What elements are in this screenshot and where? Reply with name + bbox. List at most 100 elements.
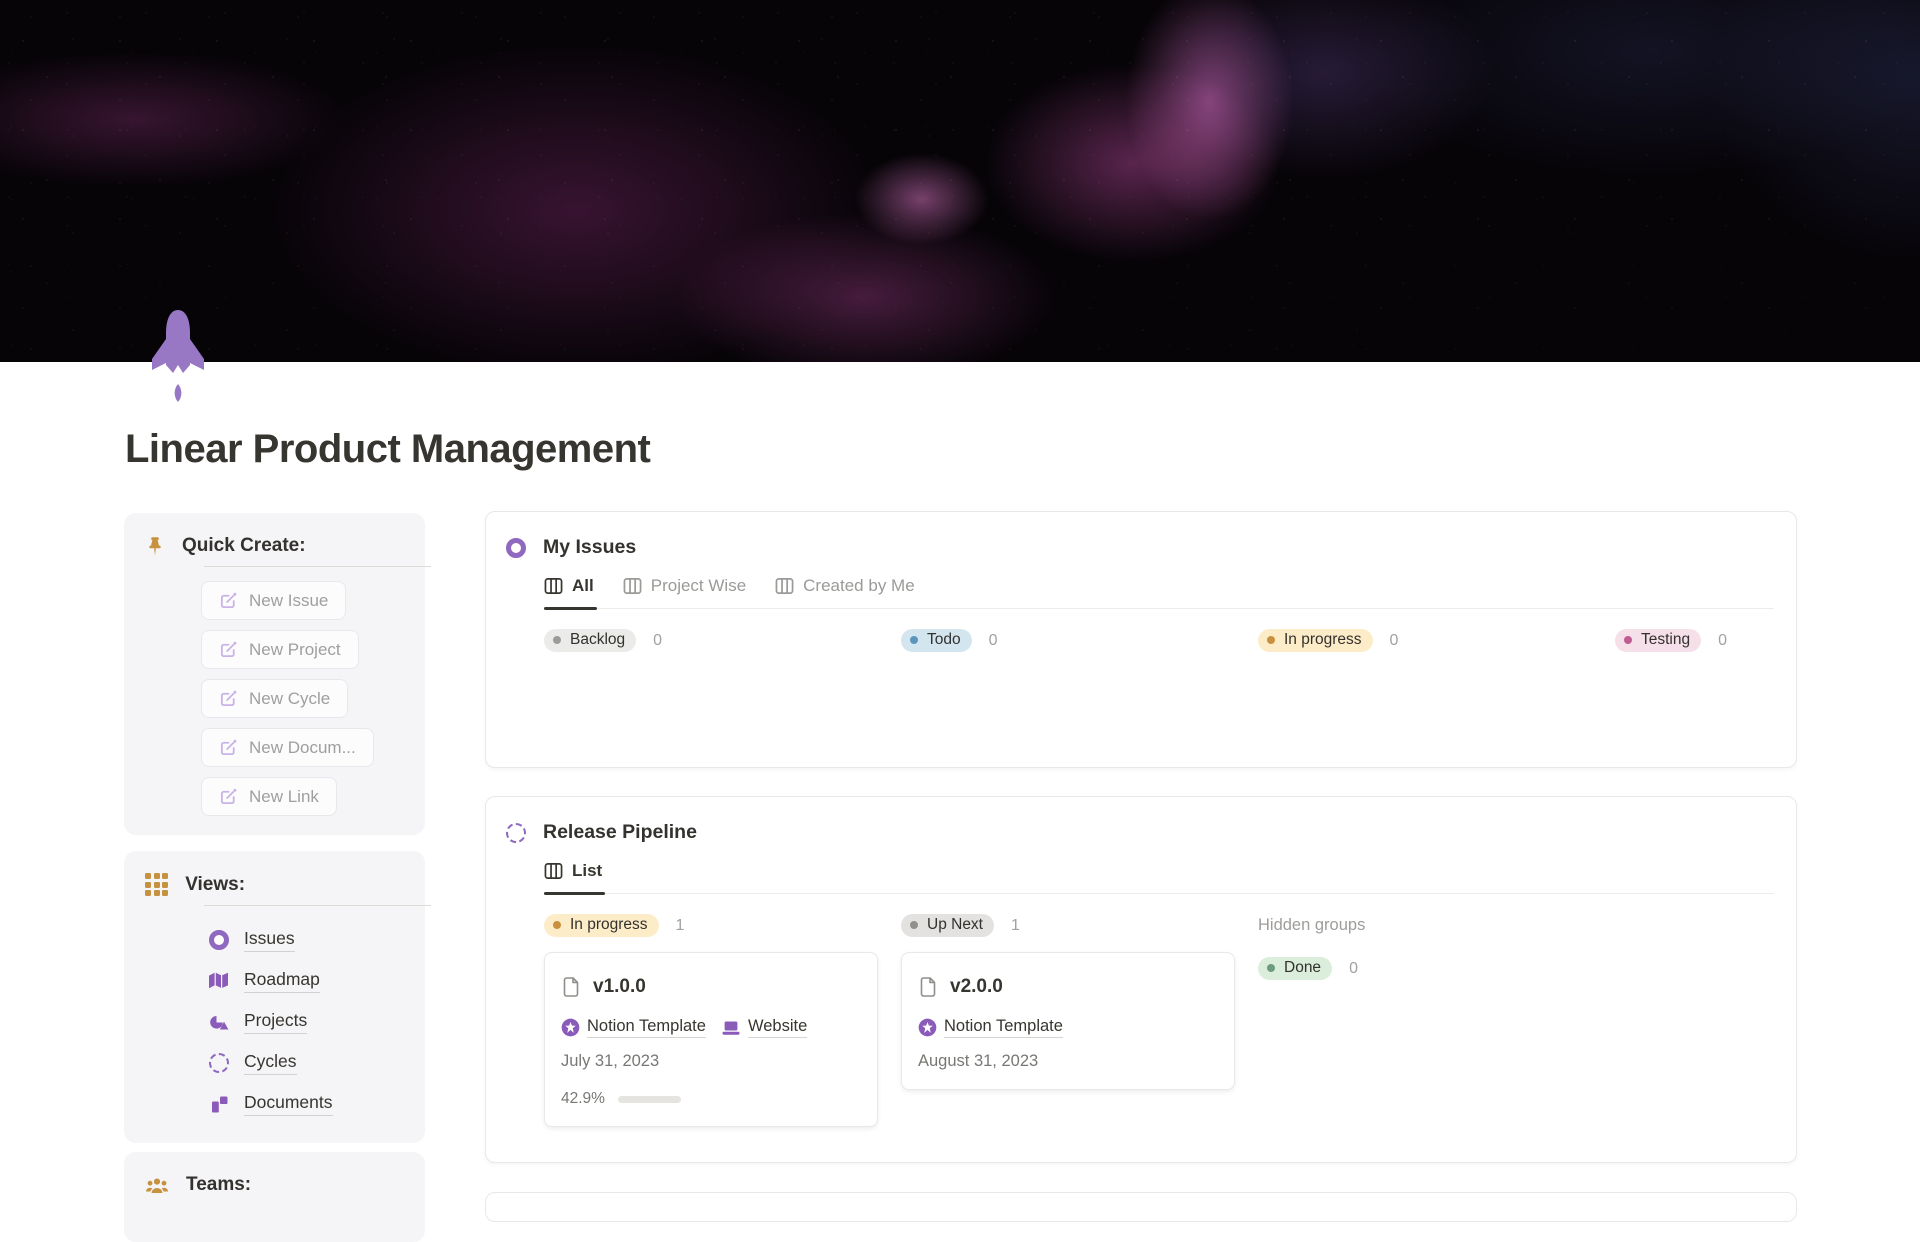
board-view-icon: [544, 578, 563, 594]
divider: [204, 905, 431, 907]
view-link-roadmap[interactable]: Roadmap: [208, 960, 407, 1001]
views-panel: Views: Issues Roadmap Projects Cycles Do…: [124, 851, 431, 1143]
views-title: Views:: [185, 873, 246, 895]
status-label: In progress: [1284, 631, 1362, 648]
status-pill-up-next[interactable]: Up Next: [901, 914, 994, 937]
release-pipeline-tabs: List: [544, 861, 1774, 895]
release-card-v1[interactable]: v1.0.0 Notion Template Website July 31, …: [544, 952, 878, 1127]
link-label: Notion Template: [587, 1017, 706, 1038]
view-label: Roadmap: [244, 969, 320, 993]
release-card-v2[interactable]: v2.0.0 Notion Template August 31, 2023: [901, 952, 1235, 1090]
status-label: Testing: [1641, 631, 1691, 648]
status-label: In progress: [570, 916, 648, 933]
button-label: New Docum...: [249, 737, 356, 757]
page-title[interactable]: Linear Product Management: [125, 424, 651, 474]
tab-created-by-me[interactable]: Created by Me: [775, 576, 918, 608]
tab-label: Created by Me: [803, 576, 915, 595]
website-link[interactable]: Website: [721, 1017, 808, 1038]
compose-icon: [220, 739, 237, 756]
view-link-documents[interactable]: Documents: [208, 1083, 407, 1124]
status-pill-testing[interactable]: Testing: [1615, 629, 1702, 652]
tab-label: All: [572, 576, 594, 595]
group-count: 0: [653, 631, 663, 649]
status-label: Up Next: [927, 916, 983, 933]
tab-label: List: [572, 861, 603, 880]
notion-template-link[interactable]: Notion Template: [561, 1017, 706, 1038]
tab-list[interactable]: List: [544, 861, 606, 895]
group-count: 0: [1349, 959, 1358, 977]
status-pill-todo[interactable]: Todo: [901, 629, 972, 652]
group-count: 1: [1011, 916, 1020, 934]
view-label: Projects: [244, 1010, 308, 1034]
button-label: New Project: [249, 639, 341, 659]
cover-image: [0, 0, 1920, 362]
view-label: Issues: [244, 928, 295, 952]
next-card-partial: [485, 1192, 1797, 1222]
pushpin-icon: [149, 536, 161, 556]
board-view-icon: [623, 578, 642, 594]
release-card-title: v2.0.0: [950, 976, 1003, 997]
link-label: Website: [747, 1017, 808, 1038]
issues-donut-icon: [208, 929, 229, 950]
progress-percent: 42.9%: [561, 1090, 605, 1107]
quick-create-panel: Quick Create: New Issue New Project New …: [124, 513, 431, 835]
status-dot: [910, 636, 918, 644]
hidden-groups-toggle[interactable]: Hidden groups: [1258, 916, 1365, 935]
new-issue-button[interactable]: New Issue: [201, 581, 347, 620]
status-dot: [1624, 636, 1632, 644]
people-icon: [146, 1178, 168, 1193]
status-label: Todo: [927, 631, 961, 648]
rocket-page-icon[interactable]: [150, 308, 206, 414]
tab-all[interactable]: All: [544, 576, 597, 610]
page-icon: [563, 977, 579, 997]
projects-shapes-icon: [208, 1011, 229, 1032]
board-view-icon: [544, 863, 563, 879]
new-link-button[interactable]: New Link: [201, 777, 337, 816]
view-link-cycles[interactable]: Cycles: [208, 1042, 407, 1083]
compose-icon: [220, 788, 237, 805]
status-dot: [1267, 964, 1275, 972]
laptop-icon: [722, 1021, 740, 1035]
progress-bar: [617, 1095, 681, 1103]
page-icon: [920, 977, 936, 997]
group-count: 1: [675, 916, 685, 934]
notion-template-link[interactable]: Notion Template: [918, 1017, 1063, 1038]
status-label: Done: [1284, 959, 1322, 976]
status-dot: [553, 636, 561, 644]
my-issues-title: My Issues: [543, 536, 637, 558]
release-pipeline-card: Release Pipeline List In progress 1 Up N…: [485, 796, 1797, 1163]
status-pill-done[interactable]: Done: [1258, 957, 1333, 980]
cycles-dashed-circle-icon: [506, 822, 526, 843]
my-issues-tabs: All Project Wise Created by Me: [544, 576, 1774, 610]
tab-project-wise[interactable]: Project Wise: [623, 576, 749, 608]
release-date: July 31, 2023: [561, 1052, 660, 1070]
new-document-button[interactable]: New Docum...: [201, 728, 374, 767]
roadmap-map-icon: [208, 970, 229, 991]
link-label: Notion Template: [944, 1017, 1063, 1038]
view-link-projects[interactable]: Projects: [208, 1001, 407, 1042]
status-pill-backlog[interactable]: Backlog: [544, 629, 637, 652]
divider: [204, 566, 431, 567]
status-pill-in-progress[interactable]: In progress: [1258, 629, 1373, 652]
button-label: New Link: [249, 786, 319, 806]
status-label: Backlog: [570, 631, 626, 648]
status-dot: [910, 921, 918, 929]
star-badge-icon: [561, 1018, 580, 1037]
tab-label: Project Wise: [650, 576, 747, 595]
release-pipeline-title: Release Pipeline: [543, 821, 697, 843]
group-count: 0: [1718, 631, 1728, 649]
quick-create-title: Quick Create:: [182, 535, 306, 556]
compose-icon: [220, 690, 237, 707]
compose-icon: [220, 592, 237, 609]
group-count: 0: [988, 631, 998, 649]
new-cycle-button[interactable]: New Cycle: [201, 679, 349, 718]
view-label: Documents: [244, 1092, 333, 1116]
grid-icon: [145, 873, 169, 897]
issues-donut-icon: [506, 537, 526, 558]
status-pill-in-progress[interactable]: In progress: [544, 914, 659, 937]
documents-blocks-icon: [208, 1093, 229, 1114]
compose-icon: [220, 641, 237, 658]
view-link-issues[interactable]: Issues: [208, 919, 407, 960]
new-project-button[interactable]: New Project: [201, 630, 359, 669]
teams-title: Teams:: [186, 1174, 252, 1195]
